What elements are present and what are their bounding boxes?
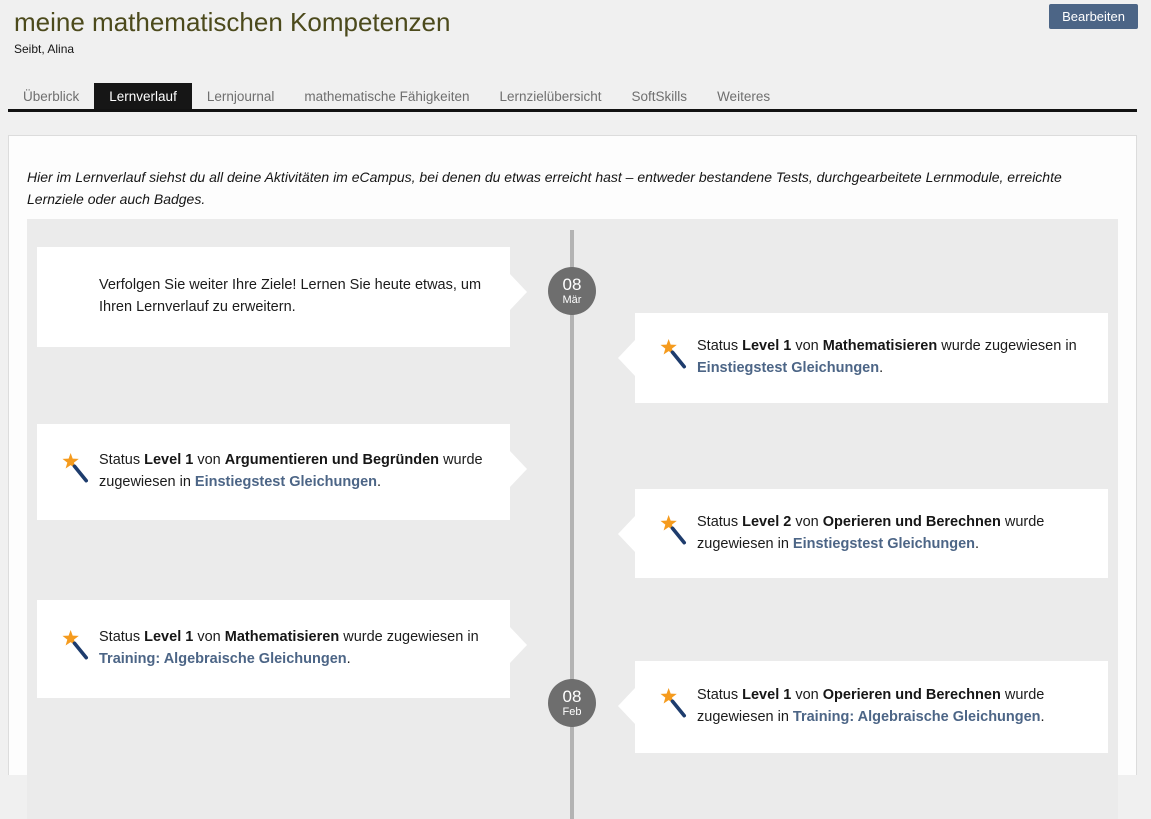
- card-message: Status Level 1 von Mathematisieren wurde…: [99, 627, 486, 671]
- card-bold-text: Level 1: [742, 338, 791, 354]
- badge-month: Mär: [548, 294, 596, 307]
- card-text: wurde zugewiesen in: [339, 629, 478, 645]
- card-text: von: [193, 629, 224, 645]
- timeline: 08Mär08FebVerfolgen Sie weiter Ihre Ziel…: [27, 219, 1118, 819]
- card-bold-text: Level 1: [144, 629, 193, 645]
- card-text: Status: [697, 514, 742, 530]
- card-bold-text: Argumentieren und Begründen: [225, 452, 439, 468]
- wand-icon: [61, 453, 91, 483]
- card-text: Status: [99, 629, 144, 645]
- card-arrow: [618, 340, 635, 376]
- page-subtitle: Seibt, Alina: [0, 38, 1151, 56]
- card-message: Status Level 2 von Operieren und Berechn…: [697, 512, 1084, 556]
- card-message: Status Level 1 von Operieren und Berechn…: [697, 685, 1084, 729]
- timeline-card: Status Level 2 von Operieren und Berechn…: [635, 489, 1108, 578]
- card-bold-text: Mathematisieren: [225, 629, 339, 645]
- card-arrow: [510, 451, 527, 487]
- card-text: von: [791, 514, 822, 530]
- card-link[interactable]: Einstiegstest Gleichungen: [195, 474, 377, 490]
- card-bold-text: Level 1: [742, 687, 791, 703]
- tab-bar: ÜberblickLernverlaufLernjournalmathemati…: [8, 83, 1137, 112]
- card-text: von: [193, 452, 224, 468]
- wand-icon: [61, 630, 91, 660]
- content-panel: Hier im Lernverlauf siehst du all deine …: [8, 135, 1137, 775]
- edit-button[interactable]: Bearbeiten: [1049, 4, 1138, 29]
- timeline-card: Status Level 1 von Argumentieren und Beg…: [37, 424, 510, 520]
- badge-month: Feb: [548, 706, 596, 719]
- card-arrow: [618, 688, 635, 724]
- card-arrow: [510, 627, 527, 663]
- card-text: .: [1041, 709, 1045, 725]
- card-bold-text: Operieren und Berechnen: [823, 687, 1001, 703]
- timeline-card: Status Level 1 von Operieren und Berechn…: [635, 661, 1108, 753]
- intro-text: Hier im Lernverlauf siehst du all deine …: [27, 167, 1118, 210]
- card-text: .: [377, 474, 381, 490]
- card-text: .: [879, 360, 883, 376]
- tab-mathematische-fähigkeiten[interactable]: mathematische Fähigkeiten: [289, 83, 484, 109]
- card-arrow: [618, 516, 635, 552]
- card-link[interactable]: Einstiegstest Gleichungen: [793, 536, 975, 552]
- tab-lernjournal[interactable]: Lernjournal: [192, 83, 290, 109]
- card-text: wurde zugewiesen in: [937, 338, 1076, 354]
- badge-day: 08: [548, 688, 596, 706]
- card-bold-text: Mathematisieren: [823, 338, 937, 354]
- timeline-date-badge: 08Feb: [548, 679, 596, 727]
- card-bold-text: Level 1: [144, 452, 193, 468]
- tab-softskills[interactable]: SoftSkills: [617, 83, 703, 109]
- card-link[interactable]: Training: Algebraische Gleichungen: [793, 709, 1041, 725]
- card-text: Verfolgen Sie weiter Ihre Ziele! Lernen …: [99, 277, 481, 315]
- card-text: .: [347, 651, 351, 667]
- timeline-card: Verfolgen Sie weiter Ihre Ziele! Lernen …: [37, 247, 510, 347]
- timeline-date-badge: 08Mär: [548, 267, 596, 315]
- tab-lernverlauf[interactable]: Lernverlauf: [94, 83, 192, 109]
- card-text: Status: [99, 452, 144, 468]
- tab-überblick[interactable]: Überblick: [8, 83, 94, 109]
- card-bold-text: Level 2: [742, 514, 791, 530]
- timeline-card: Status Level 1 von Mathematisieren wurde…: [37, 600, 510, 698]
- card-text: Status: [697, 687, 742, 703]
- timeline-card: Status Level 1 von Mathematisieren wurde…: [635, 313, 1108, 403]
- card-arrow: [510, 274, 527, 310]
- tab-lernzielübersicht[interactable]: Lernzielübersicht: [484, 83, 616, 109]
- card-text: von: [791, 338, 822, 354]
- card-text: .: [975, 536, 979, 552]
- card-link[interactable]: Einstiegstest Gleichungen: [697, 360, 879, 376]
- card-message: Verfolgen Sie weiter Ihre Ziele! Lernen …: [99, 275, 486, 319]
- tab-weiteres[interactable]: Weiteres: [702, 83, 785, 109]
- wand-icon: [659, 339, 689, 369]
- card-message: Status Level 1 von Mathematisieren wurde…: [697, 336, 1084, 380]
- card-text: von: [791, 687, 822, 703]
- card-text: Status: [697, 338, 742, 354]
- page-title: meine mathematischen Kompetenzen: [0, 0, 1151, 38]
- badge-day: 08: [548, 276, 596, 294]
- wand-icon: [659, 688, 689, 718]
- card-link[interactable]: Training: Algebraische Gleichungen: [99, 651, 347, 667]
- wand-icon: [659, 515, 689, 545]
- card-message: Status Level 1 von Argumentieren und Beg…: [99, 450, 486, 494]
- card-bold-text: Operieren und Berechnen: [823, 514, 1001, 530]
